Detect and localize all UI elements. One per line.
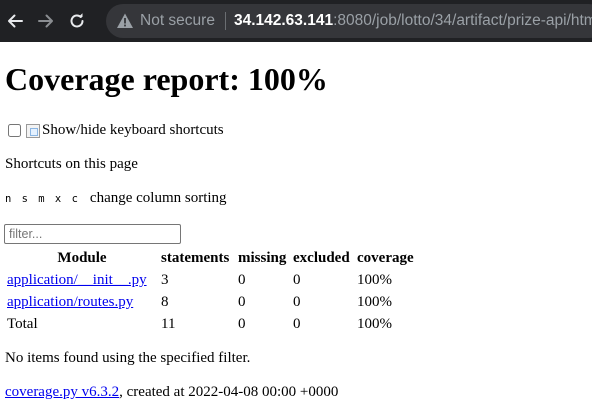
table-header-row: Module statements missing excluded cover… (6, 248, 418, 268)
total-excluded: 0 (293, 316, 301, 332)
total-statements: 11 (161, 316, 176, 332)
coverage-table: Module statements missing excluded cover… (4, 246, 420, 336)
total-label: Total (7, 316, 38, 332)
hotkey-description: change column sorting (89, 190, 227, 206)
total-missing: 0 (238, 316, 246, 332)
url-path: :8080/job/lotto/34/artifact/prize-api/ht… (333, 12, 592, 29)
excluded-cell: 0 (293, 294, 301, 310)
missing-cell: 0 (238, 272, 246, 288)
coverage-cell: 100% (357, 272, 392, 288)
no-items-message: No items found using the specified filte… (5, 350, 251, 366)
address-bar[interactable]: Not secure 34.142.63.141:8080/job/lotto/… (106, 4, 592, 38)
reload-button[interactable] (66, 10, 88, 32)
url-host: 34.142.63.141 (233, 12, 334, 29)
column-header-missing[interactable]: missing (237, 248, 290, 268)
shortcuts-heading: Shortcuts on this page (5, 156, 138, 172)
broken-image-icon (26, 123, 40, 138)
footer-text: , created at 2022-04-08 00:00 +0000 (119, 384, 339, 400)
excluded-cell: 0 (293, 272, 301, 288)
forward-arrow-icon (38, 14, 53, 28)
shortcut-toggle[interactable]: Show/hide keyboard shortcuts (6, 122, 224, 139)
reload-icon (70, 13, 84, 28)
table-row: application/routes.py 8 0 0 100% (6, 292, 418, 312)
module-link[interactable]: application/__init__.py (7, 272, 147, 288)
filter-input[interactable] (4, 224, 181, 244)
browser-toolbar: Not secure 34.142.63.141:8080/job/lotto/… (0, 0, 592, 42)
column-header-statements[interactable]: statements (160, 248, 235, 268)
hotkey-row: n s m x c change column sorting (5, 190, 227, 207)
module-cell: application/routes.py (6, 292, 158, 312)
table-total-row: Total 11 0 0 100% (6, 314, 418, 334)
back-button[interactable] (4, 10, 26, 32)
shortcut-checkbox[interactable] (8, 124, 21, 137)
page-title: Coverage report: 100% (5, 61, 328, 97)
footer: coverage.py v6.3.2, created at 2022-04-0… (5, 384, 338, 401)
column-header-coverage[interactable]: coverage (356, 248, 418, 268)
hotkey-keys: n s m x c (5, 193, 80, 205)
coverage-cell: 100% (357, 294, 392, 310)
total-coverage: 100% (357, 316, 392, 332)
statements-cell: 8 (161, 294, 169, 310)
forward-button[interactable] (35, 10, 57, 32)
column-header-excluded[interactable]: excluded (292, 248, 354, 268)
back-arrow-icon (8, 14, 23, 28)
shortcut-toggle-label: Show/hide keyboard shortcuts (42, 122, 224, 138)
column-header-module[interactable]: Module (6, 248, 158, 268)
coverage-link[interactable]: coverage.py v6.3.2 (5, 384, 119, 400)
table-row: application/__init__.py 3 0 0 100% (6, 270, 418, 290)
omnibox-divider (224, 12, 226, 30)
security-status[interactable]: Not secure (140, 12, 215, 30)
module-link[interactable]: application/routes.py (7, 294, 133, 310)
module-cell: application/__init__.py (6, 270, 158, 290)
missing-cell: 0 (238, 294, 246, 310)
warning-icon[interactable] (116, 12, 134, 30)
statements-cell: 3 (161, 272, 169, 288)
